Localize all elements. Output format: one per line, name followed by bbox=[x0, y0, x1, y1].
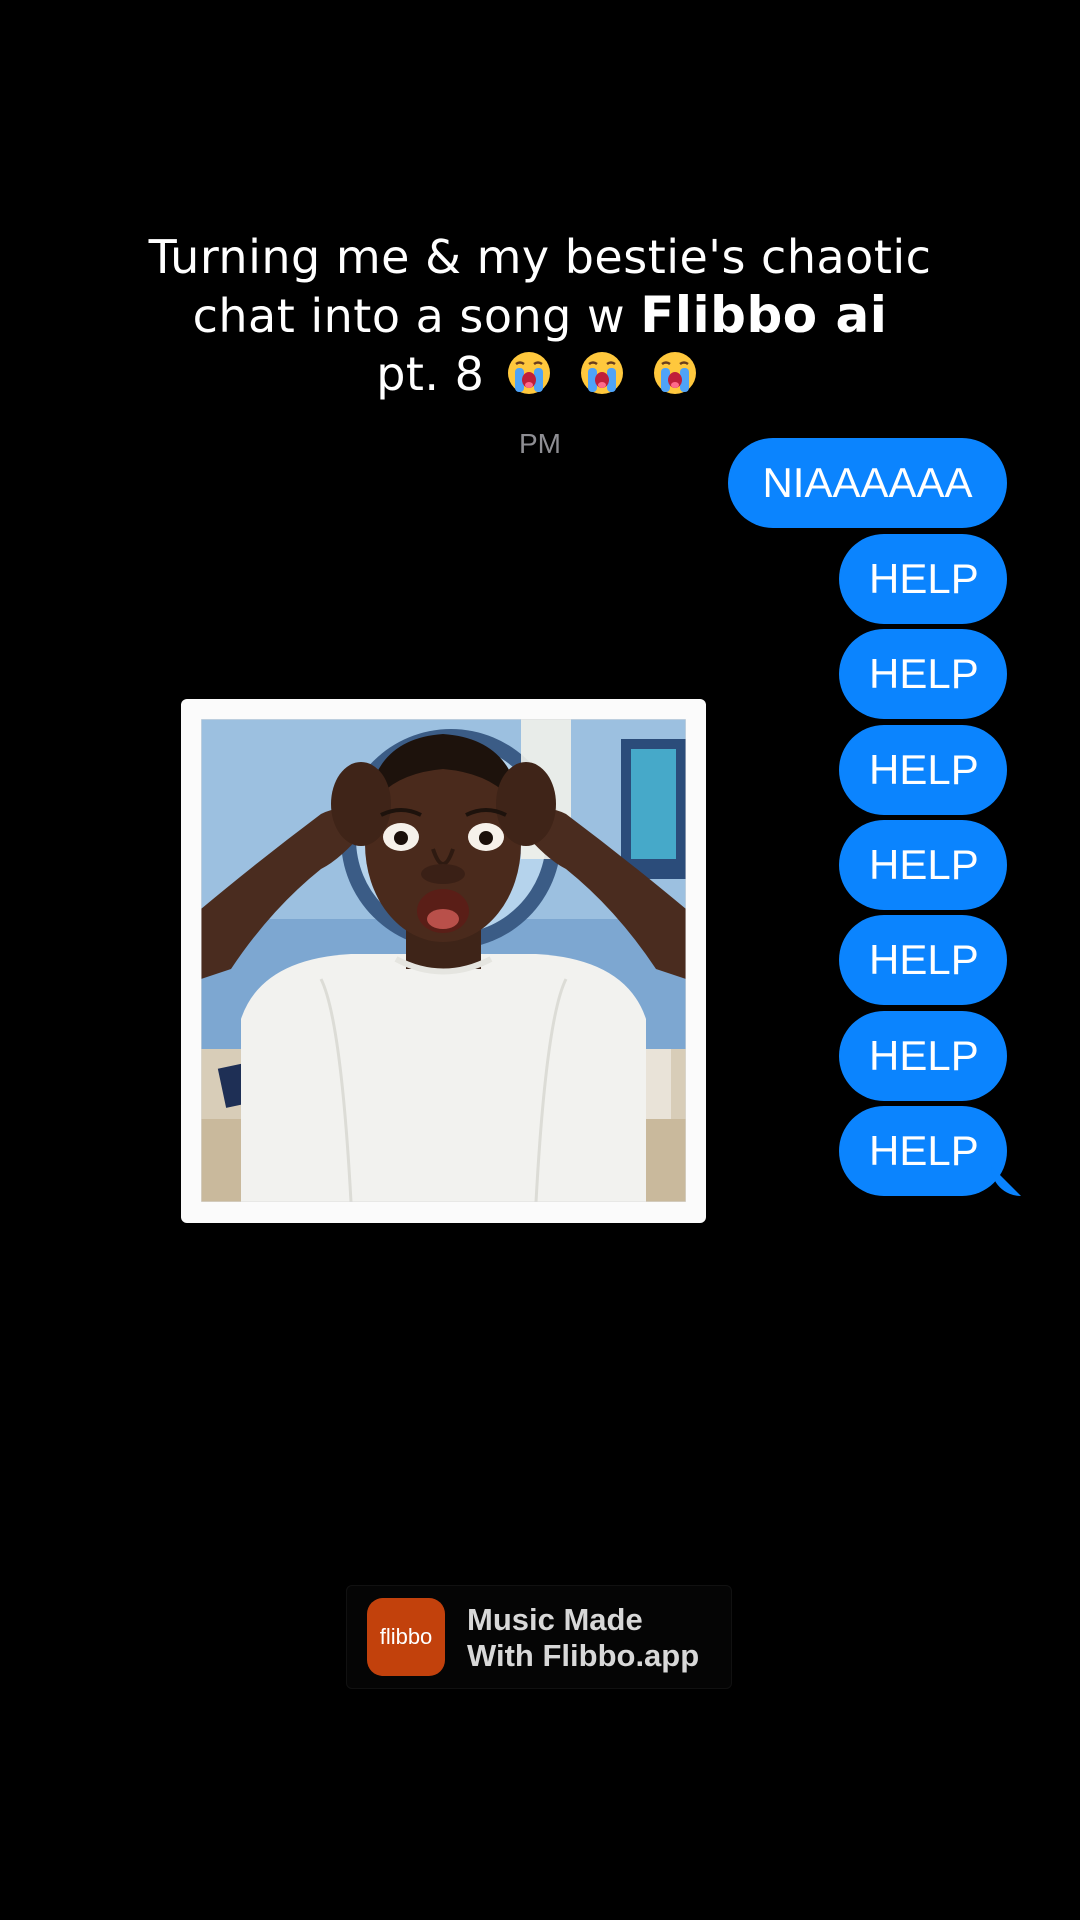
loudly-crying-face-icon bbox=[652, 350, 698, 396]
promo-text: Music Made With Flibbo.app bbox=[467, 1602, 699, 1674]
promo-line-1: Music Made bbox=[467, 1602, 643, 1637]
flibbo-promo-badge[interactable]: flibbo Music Made With Flibbo.app bbox=[346, 1585, 732, 1689]
promo-line-2: With Flibbo.app bbox=[467, 1638, 700, 1673]
message-bubble[interactable]: HELP bbox=[839, 1011, 1007, 1101]
shared-photo-card[interactable] bbox=[181, 699, 706, 1223]
caption-brand: Flibbo ai bbox=[640, 286, 888, 344]
caption-line-2: chat into a song w Flibbo ai bbox=[0, 286, 1080, 345]
caption-line-1: Turning me & my bestie's chaotic bbox=[148, 230, 932, 284]
message-bubble[interactable]: HELP bbox=[839, 725, 1007, 815]
shocked-man-photo-icon bbox=[201, 719, 686, 1202]
message-bubble[interactable]: NIAAAAAA bbox=[728, 438, 1007, 528]
loudly-crying-face-icon bbox=[579, 350, 625, 396]
message-bubble[interactable]: HELP bbox=[839, 820, 1007, 910]
message-bubble[interactable]: HELP bbox=[839, 534, 1007, 624]
message-bubble[interactable]: HELP bbox=[839, 629, 1007, 719]
message-bubble-last[interactable]: HELP bbox=[839, 1106, 1007, 1196]
message-bubble[interactable]: HELP bbox=[839, 915, 1007, 1005]
caption-line-2-prefix: chat into a song w bbox=[192, 289, 641, 343]
loudly-crying-face-icon bbox=[506, 350, 552, 396]
caption-part-label: pt. 8 bbox=[376, 347, 485, 401]
video-caption: Turning me & my bestie's chaotic chat in… bbox=[0, 228, 1080, 403]
flibbo-logo-icon: flibbo bbox=[367, 1598, 445, 1676]
caption-line-3: pt. 8 bbox=[0, 345, 1080, 403]
